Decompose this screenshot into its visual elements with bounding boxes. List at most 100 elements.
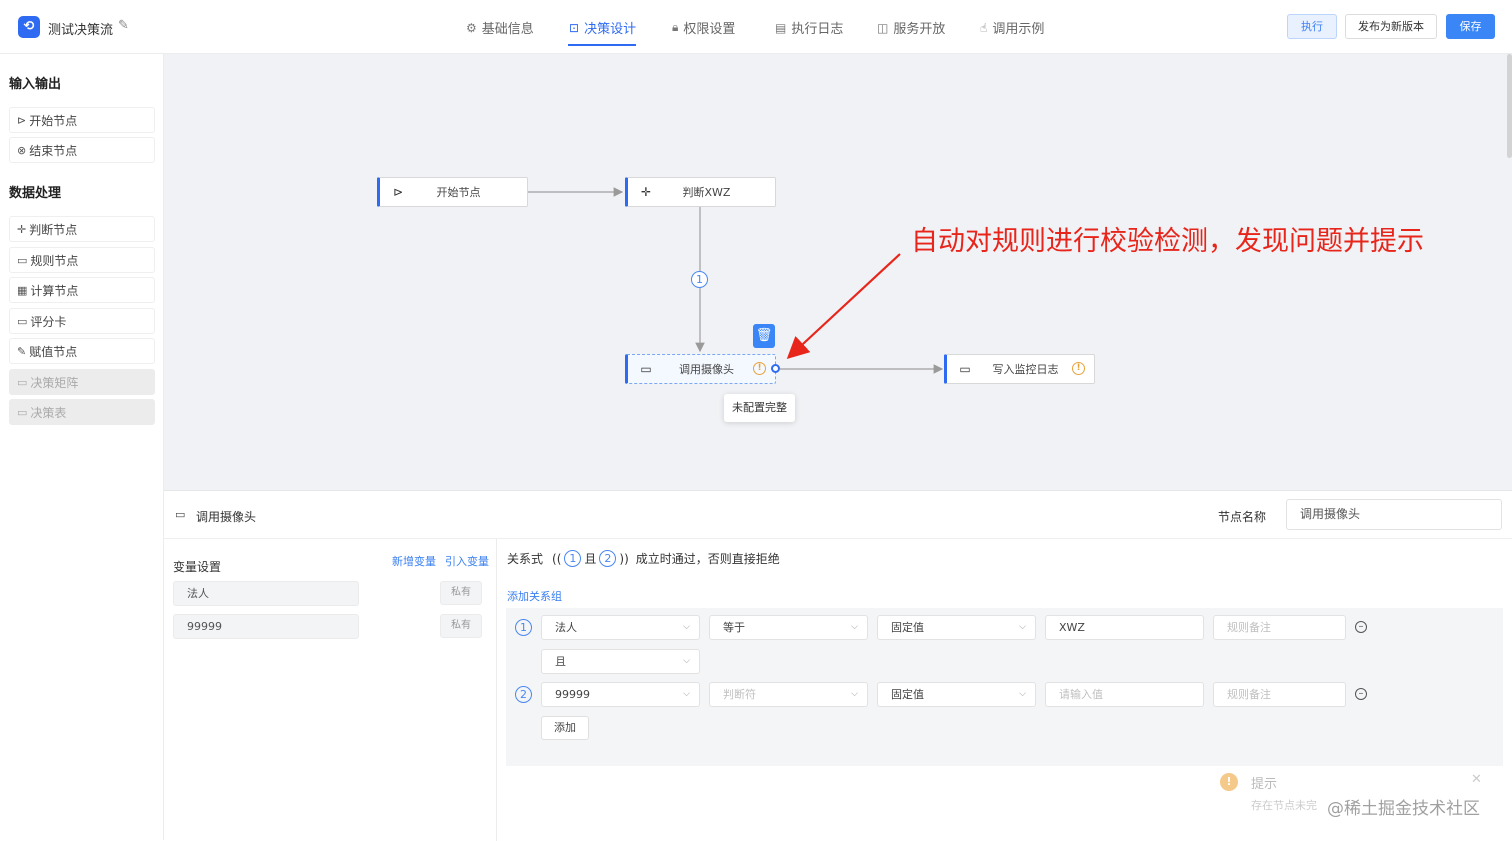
card-icon: ▭ bbox=[17, 314, 28, 328]
operator-select[interactable]: 等于 ⌵ bbox=[709, 615, 868, 640]
value-type-select[interactable]: 固定值 ⌵ bbox=[877, 615, 1036, 640]
chevron-down-icon: ⌵ bbox=[851, 689, 858, 699]
toast-title: 提示 bbox=[1251, 777, 1278, 792]
sidebar-item-decision-matrix[interactable]: ▭ 决策矩阵 bbox=[9, 369, 155, 395]
stop-icon: ⊗ bbox=[17, 143, 27, 157]
chevron-down-icon: ⌵ bbox=[1019, 689, 1026, 699]
sidebar-item-calc-node[interactable]: ▦ 计算节点 bbox=[9, 277, 155, 303]
value-input[interactable]: 请输入值 bbox=[1045, 682, 1204, 707]
flow-edges bbox=[528, 187, 944, 374]
card-icon: ▭ bbox=[17, 253, 28, 267]
sidebar-item-start-node[interactable]: ⊳ 开始节点 bbox=[9, 107, 155, 133]
edit-title-icon[interactable]: ✎ bbox=[118, 18, 129, 33]
trash-icon: 🗑︎ bbox=[755, 328, 773, 343]
output-port[interactable] bbox=[771, 364, 780, 373]
add-condition-button[interactable]: 添加 bbox=[541, 716, 589, 740]
sidebar-item-scorecard[interactable]: ▭ 评分卡 bbox=[9, 308, 155, 334]
annotation-text: 自动对规则进行校验检测，发现问题并提示 bbox=[911, 226, 1424, 257]
hand-icon: ☝︎ bbox=[980, 20, 988, 35]
panel-title: 调用摄像头 bbox=[196, 510, 257, 524]
joiner-select[interactable]: 且 ⌵ bbox=[541, 649, 700, 674]
add-relation-group-link[interactable]: 添加关系组 bbox=[507, 588, 562, 604]
section-title-io: 输入输出 bbox=[9, 77, 62, 92]
value-type-select[interactable]: 固定值 ⌵ bbox=[877, 682, 1036, 707]
relation-index: 1 bbox=[564, 550, 582, 567]
calculator-icon: ▦ bbox=[17, 283, 28, 297]
variable-scope-badge[interactable]: 私有 bbox=[440, 581, 482, 605]
app-title: 测试决策流 bbox=[48, 23, 114, 38]
warning-icon[interactable]: ! bbox=[753, 362, 766, 375]
conditions-box: 1 法人 ⌵ 等于 ⌵ 固定值 ⌵ XWZ 规则备注 – 且 ⌵ 2 99999 ⌵ 判断… bbox=[506, 608, 1503, 766]
tab-call-example[interactable]: ☝︎ 调用示例 bbox=[980, 18, 1044, 38]
incomplete-tooltip: 未配置完整 bbox=[724, 394, 795, 422]
panel-header: ▭ 调用摄像头 节点名称 调用摄像头 bbox=[164, 491, 1512, 539]
lock-icon: 🔒︎ bbox=[672, 20, 679, 34]
document-icon: ▤ bbox=[775, 20, 787, 35]
remark-input[interactable]: 规则备注 bbox=[1213, 615, 1346, 640]
condition-index: 2 bbox=[515, 686, 532, 703]
condition-index: 1 bbox=[515, 619, 532, 636]
app-logo-icon: ⟲ bbox=[18, 16, 40, 38]
sidebar-item-end-node[interactable]: ⊗ 结束节点 bbox=[9, 137, 155, 163]
watermark: @稀土掘金技术社区 bbox=[1327, 799, 1480, 819]
annotation-arrow bbox=[786, 253, 901, 359]
relation-index: 2 bbox=[599, 550, 617, 567]
import-variable-link[interactable]: 引入变量 bbox=[445, 553, 489, 569]
play-icon: ⊳ bbox=[17, 113, 27, 127]
chevron-down-icon: ⌵ bbox=[683, 689, 690, 699]
sidebar-item-rule-node[interactable]: ▭ 规则节点 bbox=[9, 247, 155, 273]
tab-permissions[interactable]: 🔒︎ 权限设置 bbox=[672, 18, 735, 37]
section-title-data: 数据处理 bbox=[9, 186, 62, 201]
tab-decision-design[interactable]: ⊡ 决策设计 bbox=[569, 18, 636, 38]
flow-icon: ⊡ bbox=[569, 20, 580, 35]
chevron-down-icon: ⌵ bbox=[683, 622, 690, 632]
chevron-down-icon: ⌵ bbox=[683, 656, 690, 666]
sidebar-item-assign-node[interactable]: ✎ 赋值节点 bbox=[9, 338, 155, 364]
run-button[interactable]: 执行 bbox=[1287, 14, 1337, 39]
remove-condition-icon[interactable]: – bbox=[1355, 621, 1367, 633]
value-input[interactable]: XWZ bbox=[1045, 615, 1204, 640]
node-palette-sidebar: 输入输出 ⊳ 开始节点 ⊗ 结束节点 数据处理 ✛ 判断节点 ▭ 规则节点 ▦ 计算节点 … bbox=[0, 54, 164, 840]
flow-canvas[interactable]: 1 ⊳ 开始节点 ✛ 判断XWZ ▭ 调用摄像头 ! ▭ 写入监控日志 ! 🗑︎… bbox=[164, 54, 1512, 490]
relation-expression: 关系式 (( 1 且 2 )) 成立时通过，否则直接拒绝 bbox=[507, 550, 780, 567]
sidebar-item-decision-table[interactable]: ▭ 决策表 bbox=[9, 399, 155, 425]
gear-icon: ⚙ bbox=[466, 20, 477, 35]
branch-label: 1 bbox=[691, 271, 708, 288]
toast-message: 存在节点未完 bbox=[1251, 799, 1317, 812]
book-icon: ◫ bbox=[877, 20, 889, 35]
save-button[interactable]: 保存 bbox=[1446, 14, 1495, 39]
variable-name-field[interactable]: 法人 bbox=[173, 581, 359, 606]
field-select[interactable]: 法人 ⌵ bbox=[541, 615, 700, 640]
move-icon: ✛ bbox=[640, 185, 652, 199]
variable-name-field[interactable]: 99999 bbox=[173, 614, 359, 639]
operator-select[interactable]: 判断符 ⌵ bbox=[709, 682, 868, 707]
node-name-input[interactable]: 调用摄像头 bbox=[1286, 499, 1502, 530]
add-variable-link[interactable]: 新增变量 bbox=[392, 553, 436, 569]
variables-title: 变量设置 bbox=[173, 560, 222, 574]
edit-icon: ✎ bbox=[17, 344, 27, 358]
move-icon: ✛ bbox=[17, 222, 27, 236]
card-icon: ▭ bbox=[959, 362, 971, 376]
chevron-down-icon: ⌵ bbox=[851, 622, 858, 632]
node-name-label: 节点名称 bbox=[1218, 510, 1267, 524]
play-icon: ⊳ bbox=[392, 185, 404, 199]
variables-column: 变量设置 新增变量 引入变量 法人 私有 99999 私有 bbox=[164, 539, 497, 841]
card-icon: ▭ bbox=[17, 375, 28, 389]
publish-button[interactable]: 发布为新版本 bbox=[1345, 14, 1437, 39]
warning-icon[interactable]: ! bbox=[1072, 362, 1085, 375]
card-icon: ▭ bbox=[640, 362, 652, 376]
remark-input[interactable]: 规则备注 bbox=[1213, 682, 1346, 707]
tab-basic-info[interactable]: ⚙ 基础信息 bbox=[466, 18, 534, 38]
close-icon[interactable]: ✕ bbox=[1471, 772, 1482, 787]
delete-node-button[interactable]: 🗑︎ bbox=[753, 324, 775, 348]
tab-service-open[interactable]: ◫ 服务开放 bbox=[877, 18, 945, 38]
sidebar-item-judge-node[interactable]: ✛ 判断节点 bbox=[9, 216, 155, 242]
field-select[interactable]: 99999 ⌵ bbox=[541, 682, 700, 707]
node-judge[interactable]: ✛ 判断XWZ bbox=[625, 177, 776, 207]
tab-execution-log[interactable]: ▤ 执行日志 bbox=[775, 18, 843, 38]
card-icon: ▭ bbox=[175, 508, 186, 521]
top-bar: ⟲ 测试决策流 ✎ ⚙ 基础信息 ⊡ 决策设计 🔒︎ 权限设置 ▤ 执行日志 ◫ 服务开放… bbox=[0, 0, 1512, 54]
node-start[interactable]: ⊳ 开始节点 bbox=[377, 177, 528, 207]
remove-condition-icon[interactable]: – bbox=[1355, 688, 1367, 700]
variable-scope-badge[interactable]: 私有 bbox=[440, 614, 482, 638]
